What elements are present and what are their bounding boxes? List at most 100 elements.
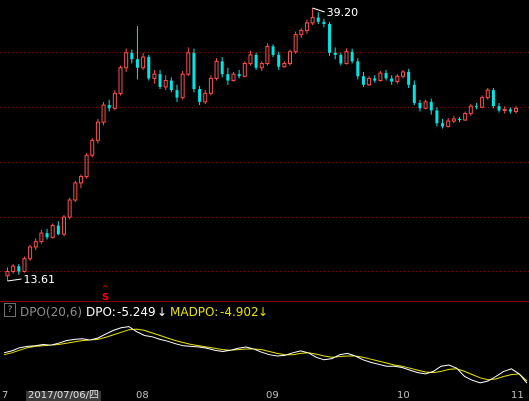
candle: [231, 72, 236, 82]
madpo-value: -4.902: [220, 305, 259, 319]
candle-body: [418, 102, 422, 109]
candle: [78, 174, 83, 189]
dpo-indicator-chart[interactable]: [0, 322, 529, 390]
candle: [220, 57, 224, 78]
candle: [11, 264, 16, 274]
candle-body: [480, 97, 485, 108]
candle-body: [141, 56, 146, 69]
candle-body: [5, 271, 10, 277]
madpo-arrow-icon: ↓: [258, 305, 269, 319]
candle: [333, 47, 337, 60]
candle-body: [395, 75, 400, 83]
candle: [180, 70, 185, 100]
candle: [203, 90, 208, 105]
candle: [350, 48, 354, 64]
candle: [226, 67, 230, 85]
candle-body: [299, 29, 304, 36]
candle-body: [316, 17, 320, 22]
candle: [130, 49, 134, 64]
candle-body: [118, 67, 123, 94]
candle-body: [107, 105, 111, 109]
indicator-title-bar: ? DPO(20,6) DPO: -5.249 ↓ MADPO: -4.902 …: [0, 303, 529, 321]
candle-body: [124, 52, 129, 69]
candle: [107, 99, 111, 112]
candle: [299, 28, 304, 38]
candle-body: [175, 90, 179, 98]
candle-body: [350, 51, 354, 62]
candle: [508, 107, 512, 114]
candle: [84, 153, 89, 179]
candle-body: [135, 59, 139, 68]
sell-signal-label: S: [102, 292, 109, 302]
candle-body: [28, 246, 33, 260]
candle: [186, 47, 191, 77]
candle-body: [265, 45, 270, 64]
candle-body: [373, 78, 377, 81]
candle-body: [277, 54, 281, 67]
candle: [28, 244, 33, 261]
price-chart[interactable]: 39.20 13.61 ^ S: [0, 0, 529, 302]
candle-body: [67, 199, 72, 218]
candle: [248, 50, 253, 66]
candle: [441, 118, 445, 129]
candle: [322, 18, 326, 28]
candle: [367, 76, 372, 86]
low-pointer-line: [7, 278, 22, 282]
candle-body: [339, 54, 343, 64]
candle-body: [463, 113, 468, 121]
candle: [214, 58, 219, 81]
candle-body: [458, 118, 461, 121]
high-pointer-line: [312, 7, 325, 13]
candle-body: [231, 73, 236, 82]
candle-body: [50, 225, 55, 238]
indicator-name[interactable]: DPO(20,6): [20, 303, 82, 321]
candle-body: [288, 51, 292, 64]
candle-body: [441, 123, 445, 127]
dpo-label: DPO:: [86, 305, 116, 319]
candle-body: [361, 76, 365, 85]
candle: [277, 51, 281, 70]
candle-body: [412, 84, 416, 103]
candle-body: [101, 104, 106, 123]
candle: [147, 54, 151, 81]
candle: [288, 49, 292, 66]
candle-body: [22, 258, 27, 273]
candle: [384, 69, 388, 81]
candle: [390, 75, 394, 85]
candle-body: [220, 61, 224, 75]
candle-body: [17, 266, 21, 272]
candle-body: [158, 74, 162, 87]
candle-body: [491, 90, 495, 107]
candle: [497, 102, 501, 113]
candle-body: [497, 106, 501, 111]
candle: [429, 98, 433, 115]
candle-body: [33, 241, 38, 248]
candle: [401, 69, 405, 79]
candle: [45, 228, 49, 240]
candle: [56, 221, 60, 236]
candle: [407, 68, 411, 89]
candle-body: [468, 105, 473, 115]
candle: [259, 61, 264, 71]
candle: [254, 52, 258, 70]
candle-body: [384, 73, 388, 79]
candle: [5, 267, 10, 281]
candle: [141, 52, 146, 70]
candle-body: [333, 52, 337, 55]
gridlines: [0, 52, 529, 272]
help-icon[interactable]: ?: [4, 303, 16, 317]
candle: [265, 43, 270, 66]
candle: [344, 48, 349, 65]
candle-body: [254, 54, 258, 68]
candle: [242, 61, 247, 78]
candle: [95, 118, 100, 144]
time-axis: 7 2017/07/06/四 08 09 10 11: [0, 390, 529, 401]
candle: [373, 75, 377, 83]
candle-body: [214, 60, 219, 79]
candle-body: [514, 107, 518, 112]
sell-signal: ^ S: [102, 284, 109, 302]
candle: [463, 111, 468, 122]
candle-body: [282, 62, 287, 68]
candle: [67, 197, 72, 220]
candle: [310, 8, 315, 26]
